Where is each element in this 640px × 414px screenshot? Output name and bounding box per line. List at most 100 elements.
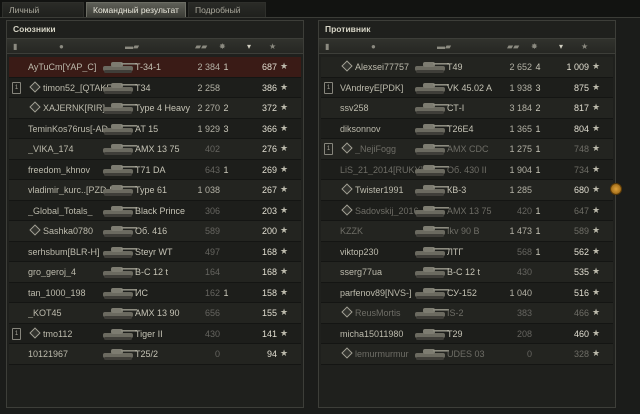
tank-silhouette-icon [415,308,449,319]
score-value: 386 [261,82,277,93]
clan-flag-icon [341,142,353,154]
tank-silhouette-icon [103,267,137,278]
player-row[interactable]: Sadovskij_2016 AMX 13 75 420 1 647 ★ [321,200,613,221]
platoon-badge: 1 [12,327,21,340]
frags-value: 3 [535,82,541,93]
enemies-panel: Противник ▮ ● ▬▰ ▰▰ ✸ ▾ ★ Alexsei77757 T4… [318,20,622,408]
player-row[interactable]: KZZK Ikv 90 B1 473 1 589 ★ [321,221,613,242]
platoon-icon[interactable]: ▮ [13,41,17,52]
player-row[interactable]: sserg77ua В-С 12 t 430 535 ★ [321,262,613,283]
player-row[interactable]: ReusMortis IS-2 383 466 ★ [321,303,613,324]
kills-icon[interactable]: ✸ [531,41,538,52]
tank-silhouette-icon [415,82,449,94]
tank-silhouette-icon [103,246,137,258]
player-row[interactable]: 1 VAndreyE[PDK] VK 45.02 A1 938 3 875 ★ [321,77,613,98]
tank-silhouette-icon [415,185,449,196]
player-icon[interactable]: ● [59,41,64,52]
star-icon: ★ [592,163,601,174]
xp-star-icon[interactable]: ★ [581,41,588,52]
score-value: 680 [573,185,589,195]
player-row[interactable]: vladimir_kurc..[PZD-F] Type 61 1 038 267 ★ [9,180,301,201]
player-row[interactable]: serhsbum[BLR-H] Steyr WT 497 168 ★ [9,241,301,262]
clan-flag-icon [341,347,353,359]
score-value: 562 [573,246,589,257]
platoon-badge: 1 [324,143,333,155]
player-row[interactable]: _KOT45 AMX 13 90 656 155 ★ [9,303,301,324]
player-row[interactable]: 1 tmo112 Tiger II 430 141 ★ [9,323,301,344]
player-row[interactable]: freedom_khnov T71 DA 643 1 269 ★ [9,159,301,180]
clan-flag-icon [29,224,41,236]
player-row[interactable]: gro_geroj_4 В-С 12 t 164 168 ★ [9,262,301,283]
star-icon: ★ [280,102,289,112]
star-icon: ★ [592,245,601,256]
frags-value: 1 [535,246,541,257]
damage-value: 589 [204,226,220,236]
player-row[interactable]: LiS_21_2014[RUKY] Об. 430 II 1 904 1 734 ★ [321,159,613,180]
tank-icon[interactable]: ▬▰ [125,41,139,52]
star-icon: ★ [280,225,289,235]
tab-detailed-report[interactable]: Подробный отчёт [188,2,266,30]
star-icon: ★ [592,143,601,153]
player-row[interactable]: ssv258 СТ-I 3 184 2 817 ★ [321,98,613,119]
player-row[interactable]: tan_1000_198 ИС 162 1 158 ★ [9,282,301,303]
damage-value: 430 [516,267,532,277]
player-row[interactable]: diksonnov T26E4 1 365 1 804 ★ [321,118,613,139]
damage-value: 0 [214,349,220,359]
damage-value: 656 [204,308,220,318]
star-icon: ★ [280,163,289,174]
tab-bar: Личный результат Командный результат Под… [0,0,640,30]
star-icon: ★ [592,266,601,276]
frags-value: 1 [223,287,229,298]
player-row[interactable]: Twister1991 КВ-3 1 285 680 ★ [321,180,622,201]
tank-silhouette-icon [415,349,449,360]
frags-value: 1 [223,62,229,72]
tank-icon[interactable]: ▬▰ [437,41,451,52]
tank-silhouette-icon [415,328,449,340]
damage-icon[interactable]: ▰▰ [195,41,207,52]
player-row[interactable]: _VIKA_174 AMX 13 75 402 276 ★ [9,139,301,160]
player-row[interactable]: parfenov89[NVS-] СУ-152 1 040 516 ★ [321,282,613,303]
tab-team-result[interactable]: Командный результат [86,2,186,17]
clan-flag-icon [341,60,353,72]
xp-star-icon[interactable]: ★ [269,41,276,52]
star-icon: ★ [592,204,601,215]
score-value: 1 009 [566,62,589,72]
star-icon: ★ [592,122,601,133]
damage-value: 1 040 [509,287,532,298]
platoon-badge: 1 [324,81,333,94]
damage-value: 430 [204,328,220,339]
player-row[interactable]: TeminKos76rus[-AD--] AT 15 1 929 3 366 ★ [9,118,301,139]
frags-value: 1 [223,164,229,175]
score-value: 460 [573,328,589,339]
player-icon[interactable]: ● [371,41,376,52]
player-row[interactable]: lemurmurmur UDES 03 0 328 ★ [321,344,613,365]
score-value: 817 [573,103,589,113]
player-row[interactable]: 1 _NejiFogg AMX CDC 1 275 1 748 ★ [321,139,613,160]
tank-silhouette-icon [103,103,137,114]
kills-icon[interactable]: ✸ [219,41,226,52]
score-value: 141 [261,328,277,339]
star-icon: ★ [280,61,289,71]
player-row[interactable]: _Global_Totals_ Black Prince 306 203 ★ [9,200,301,221]
score-value: 748 [573,144,589,154]
player-row[interactable]: micha15011980 T29 208 460 ★ [321,323,613,344]
damage-icon[interactable]: ▰▰ [507,41,519,52]
star-icon: ★ [280,245,289,256]
tank-silhouette-icon [415,205,449,217]
player-row[interactable]: AyTuCm[YAP_C] T-34-1 2 384 1 687 ★ [9,57,301,78]
player-row[interactable]: Alexsei77757 T49 2 652 4 1 009 ★ [321,57,613,78]
allies-title: Союзники [13,24,56,34]
damage-value: 208 [516,328,532,339]
player-row[interactable]: Sashka0780 Об. 416 589 200 ★ [9,221,301,242]
player-row[interactable]: 1 timon52_[QTAKE] T34 2 258 386 ★ [9,77,301,98]
player-row[interactable]: XAJERNK[RIR] Type 4 Heavy 2 270 2 372 ★ [9,98,301,119]
sort-arrow-icon[interactable]: ▾ [559,41,563,52]
tab-personal-result[interactable]: Личный результат [2,2,84,30]
player-row[interactable]: 10121967 T25/2 0 94 ★ [9,344,301,365]
player-row[interactable]: viktop230 ЛТГ 568 1 562 ★ [321,241,613,262]
platoon-icon[interactable]: ▮ [325,41,329,52]
damage-value: 1 365 [509,123,532,134]
sort-arrow-icon[interactable]: ▾ [247,41,251,52]
star-icon: ★ [592,102,601,112]
damage-value: 568 [516,246,532,257]
